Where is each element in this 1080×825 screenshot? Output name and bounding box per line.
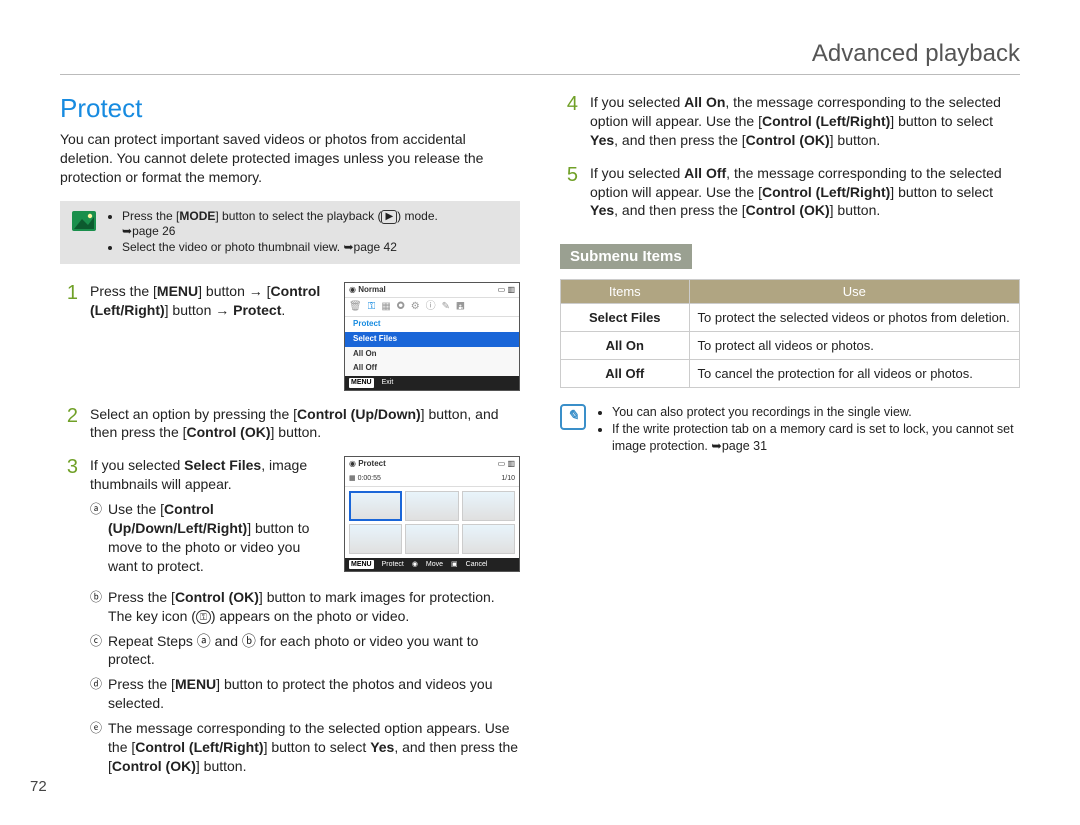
columns: Protect You can protect important saved … [60,93,1020,796]
step-5: 5 If you selected All Off, the message c… [560,164,1020,221]
sub-step-e: ⓔ The message corresponding to the selec… [90,719,520,776]
thumbnail [405,491,458,521]
sub-steps: ⓐ Use the [Control (Up/Down/Left/Right)]… [90,500,332,576]
screen-menu-figure: ◉ Normal ▭ ▥ 🗑⚿▦🞉⚙ⓘ✎🖪 Protect Select Fil… [344,282,520,391]
tip-line: If the write protection tab on a memory … [612,421,1020,455]
item-use: To protect the selected videos or photos… [689,304,1019,332]
menu-option: All Off [345,361,519,376]
submenu-heading: Submenu Items [560,244,692,269]
chapter-title: Advanced playback [60,40,1020,75]
screen-thumbnails-figure: ◉ Protect ▭ ▥ ▦ 0:00:55 1/10 [344,456,520,572]
step-1-text: Press the [MENU] button → [Control (Left… [90,282,332,320]
table-row: Select Files To protect the selected vid… [561,304,1020,332]
sub-step-a: ⓐ Use the [Control (Up/Down/Left/Right)]… [90,500,332,576]
thumbnail [462,524,515,554]
menu-title: Protect [345,317,519,332]
pre-note-lines: Press the [MODE] button to select the pl… [106,209,508,256]
item-use: To cancel the protection for all videos … [689,360,1019,388]
step-2: 2 Select an option by pressing the [Cont… [60,405,520,443]
step-number: 5 [560,164,578,186]
right-column: 4 If you selected All On, the message co… [560,93,1020,796]
circled-letter-icon: ⓓ [90,675,102,713]
tip-box: ✎ You can also protect you recordings in… [560,404,1020,455]
step-number: 1 [60,282,78,304]
step-number: 3 [60,456,78,478]
step-3-text: If you selected Select Files, image thum… [90,456,332,581]
thumbnail [349,524,402,554]
left-column: Protect You can protect important saved … [60,93,520,796]
key-lock-icon: ⚿ [196,610,211,624]
sub-steps-continued: ⓑ Press the [Control (OK)] button to mar… [90,588,520,776]
table-header-items: Items [561,280,690,304]
step-number: 4 [560,93,578,115]
step-number: 2 [60,405,78,427]
menu-tag: MENU [349,560,374,569]
page-container: Advanced playback Protect You can protec… [0,0,1080,825]
info-icon: ✎ [560,404,586,430]
circled-letter-icon: ⓒ [90,632,102,670]
playback-mode-icon: ▶ [381,210,397,224]
circled-letter-icon: ⓐ [90,500,102,576]
item-name: Select Files [561,304,690,332]
pre-note-line: Select the video or photo thumbnail view… [122,240,508,254]
sub-step-d: ⓓ Press the [MENU] button to protect the… [90,675,520,713]
circled-letter-icon: ⓑ [90,588,102,626]
arrow-icon: → [215,302,229,318]
step-4: 4 If you selected All On, the message co… [560,93,1020,150]
arrow-icon: → [249,283,263,299]
step-3: 3 If you selected Select Files, image th… [60,456,520,781]
thumbnail [405,524,458,554]
submenu-table: Items Use Select Files To protect the se… [560,279,1020,388]
step-5-text: If you selected All Off, the message cor… [590,164,1020,221]
menu-tag: MENU [349,378,374,387]
pre-note: Press the [MODE] button to select the pl… [60,201,520,264]
page-number: 72 [30,778,47,795]
step-2-text: Select an option by pressing the [Contro… [90,405,520,443]
steps-list: 1 Press the [MENU] button → [Control (Le… [60,282,520,782]
table-row: All On To protect all videos or photos. [561,332,1020,360]
menu-exit-label: Exit [382,378,394,387]
playback-thumbnail-icon [72,211,96,231]
steps-list-continued: 4 If you selected All On, the message co… [560,93,1020,220]
item-name: All On [561,332,690,360]
item-name: All Off [561,360,690,388]
thumbnail-selected [349,491,402,521]
table-header-use: Use [689,280,1019,304]
tip-line: You can also protect you recordings in t… [612,404,1020,421]
sub-step-c: ⓒ Repeat Steps ⓐ and ⓑ for each photo or… [90,632,520,670]
lock-tab-icon: ⚿ [368,300,376,314]
sub-step-b: ⓑ Press the [Control (OK)] button to mar… [90,588,520,626]
menu-option: All On [345,347,519,362]
intro-text: You can protect important saved videos o… [60,130,520,187]
step-4-text: If you selected All On, the message corr… [590,93,1020,150]
menu-option-selected: Select Files [345,332,519,347]
step-1: 1 Press the [MENU] button → [Control (Le… [60,282,520,391]
table-row: All Off To cancel the protection for all… [561,360,1020,388]
tip-lines: You can also protect you recordings in t… [596,404,1020,455]
section-title: Protect [60,93,520,124]
item-use: To protect all videos or photos. [689,332,1019,360]
circled-letter-icon: ⓔ [90,719,102,776]
pre-note-line: Press the [MODE] button to select the pl… [122,209,508,238]
thumbnail [462,491,515,521]
